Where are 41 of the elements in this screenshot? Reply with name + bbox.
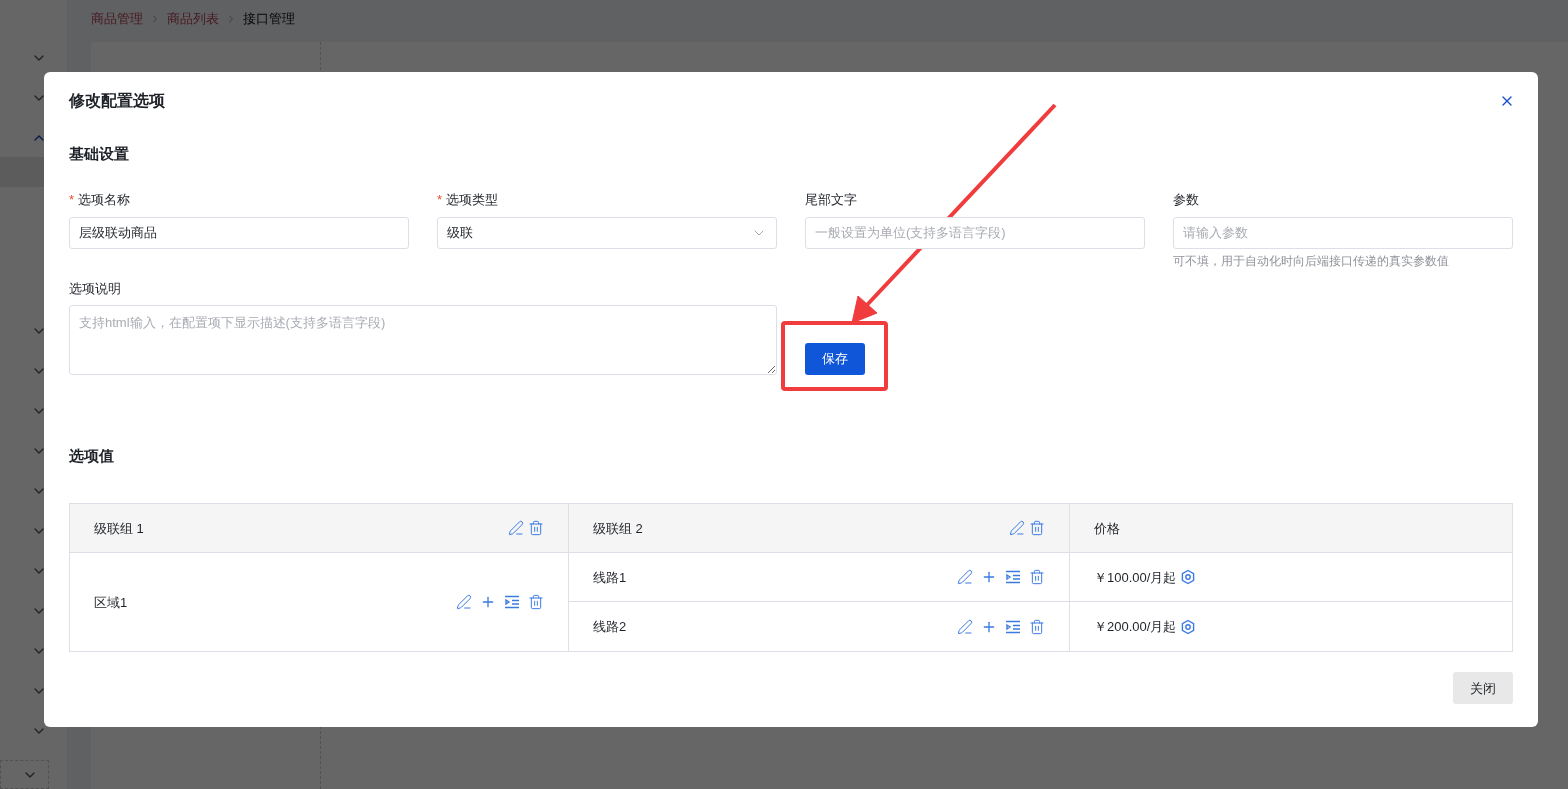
settings-icon[interactable] [1180, 618, 1197, 635]
input-field[interactable]: 请输入参数 [1173, 216, 1513, 249]
header-label: 级联组 2 [593, 519, 643, 538]
edit-icon[interactable] [508, 520, 524, 537]
indent-icon[interactable] [504, 594, 520, 611]
edit-icon[interactable] [1009, 520, 1025, 537]
section-heading: 选项值 [69, 445, 115, 466]
field-label: 选项说明 [69, 279, 122, 297]
description-field[interactable]: 支持html输入，在配置项下显示描述(支持多语言字段) [69, 304, 777, 375]
delete-icon[interactable] [528, 520, 544, 537]
help-text: 可不填，用于自动化时向后端接口传递的真实参数值 [1173, 253, 1450, 269]
edit-icon[interactable] [957, 569, 973, 586]
delete-icon[interactable] [528, 594, 544, 611]
save-button[interactable]: 保存 [805, 342, 865, 375]
header-label: 价格 [1094, 519, 1120, 538]
price-text: ￥100.00/月起 [1094, 568, 1177, 587]
cell-text: 线路1 [593, 568, 627, 587]
required-mark: * [69, 190, 75, 209]
required-mark: * [437, 190, 443, 209]
settings-icon[interactable] [1180, 569, 1197, 586]
type-select[interactable]: 级联 [437, 216, 777, 249]
field-label: 尾部文字 [805, 190, 857, 209]
cell-text: 线路2 [593, 618, 627, 636]
edit-icon[interactable] [957, 618, 973, 635]
input-field[interactable]: 层级联动商品 [69, 216, 409, 249]
delete-icon[interactable] [1029, 569, 1045, 586]
cell-text: 区域1 [94, 593, 128, 612]
breadcrumb-item[interactable]: 接口管理 [243, 9, 295, 29]
header-label: 级联组 1 [94, 519, 144, 538]
delete-icon[interactable] [1029, 520, 1045, 537]
section-heading: 基础设置 [69, 144, 130, 164]
field-label: 选项类型 [446, 190, 499, 209]
price-text: ￥200.00/月起 [1094, 618, 1177, 636]
indent-icon[interactable] [1005, 618, 1021, 635]
edit-icon[interactable] [456, 594, 472, 611]
dialog-title: 修改配置选项 [69, 91, 165, 111]
field-label: 参数 [1173, 190, 1199, 209]
delete-icon[interactable] [1029, 618, 1045, 635]
close-button[interactable]: 关闭 [1453, 672, 1513, 705]
field-label: 选项名称 [78, 190, 131, 209]
indent-icon[interactable] [1005, 569, 1021, 586]
